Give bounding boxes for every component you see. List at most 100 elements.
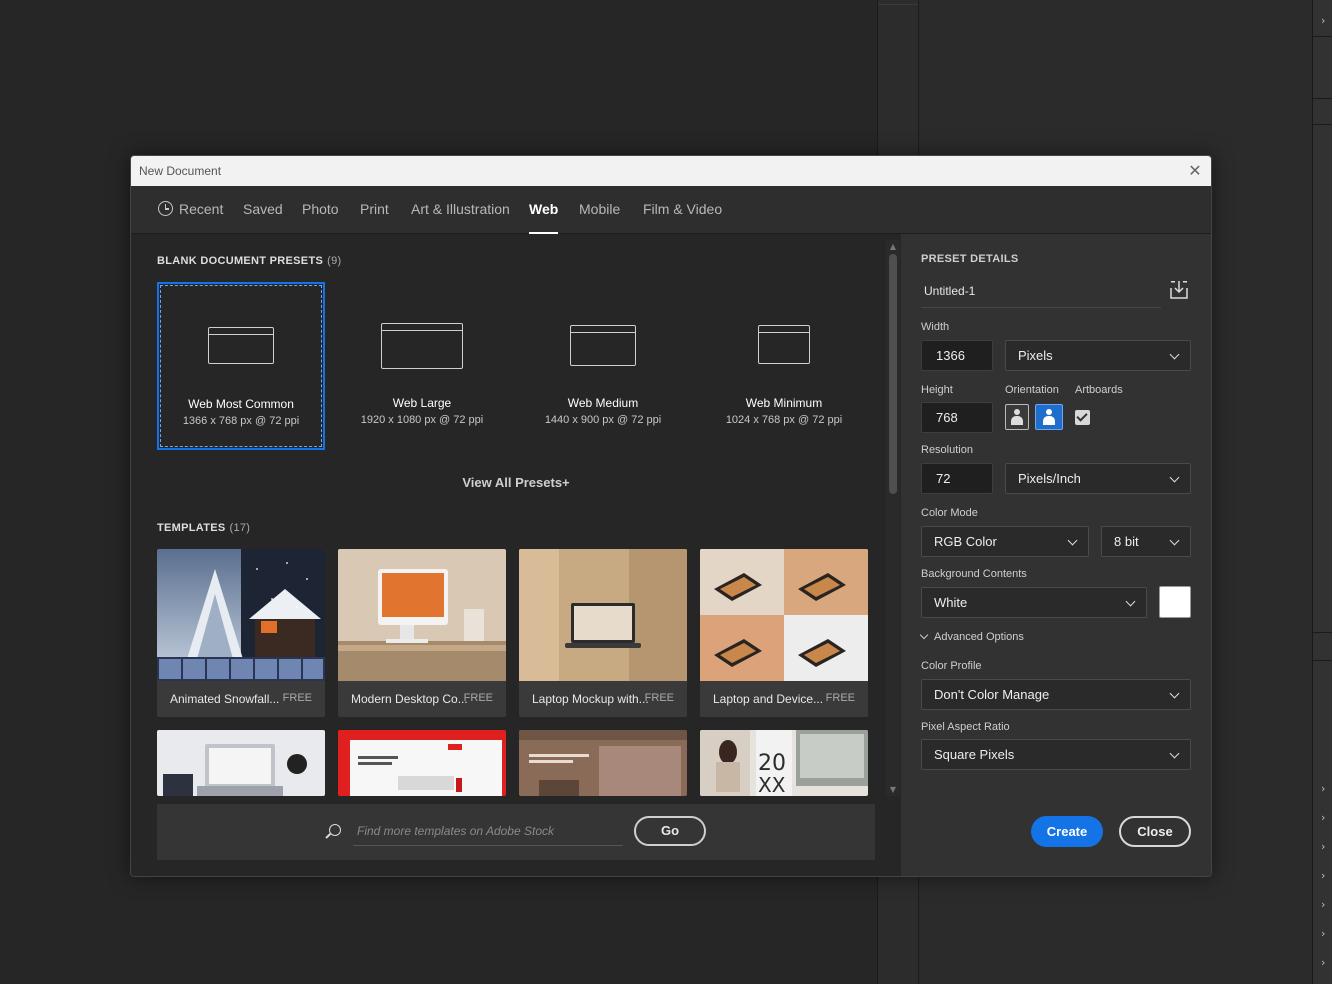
width-unit-select[interactable]: Pixels: [1005, 340, 1191, 371]
color-mode-select[interactable]: RGB Color: [921, 526, 1089, 557]
preset-card-web-medium[interactable]: Web Medium 1440 x 900 px @ 72 ppi: [519, 282, 687, 450]
template-card[interactable]: 20 XX: [700, 730, 868, 796]
resolution-input[interactable]: 72: [921, 463, 993, 494]
tab-saved[interactable]: Saved: [243, 186, 283, 234]
artboards-label: Artboards: [1075, 384, 1123, 396]
resolution-label: Resolution: [921, 444, 973, 456]
chevron-down-icon: [919, 630, 929, 640]
chevron-right-icon[interactable]: ›: [1321, 956, 1325, 969]
background-right-toolbar: › › › › › › › ›: [1312, 0, 1332, 984]
template-thumbnail: [338, 549, 506, 681]
svg-text:XX: XX: [758, 773, 786, 796]
background-color-swatch[interactable]: [1159, 586, 1191, 618]
save-preset-icon[interactable]: [1169, 280, 1189, 300]
chevron-right-icon[interactable]: ›: [1321, 927, 1325, 940]
document-name-input[interactable]: Untitled-1: [921, 278, 1161, 308]
chevron-down-icon: [1169, 535, 1180, 546]
template-thumbnail: [157, 549, 325, 681]
template-card-animated-snowfall[interactable]: Animated Snowfall... FREE: [157, 549, 325, 717]
color-mode-label: Color Mode: [921, 507, 978, 519]
scrollbar-thumb[interactable]: [889, 254, 897, 494]
chevron-right-icon[interactable]: ›: [1321, 811, 1325, 824]
template-card-laptop-and-device[interactable]: Laptop and Device... FREE: [700, 549, 868, 717]
go-button[interactable]: Go: [634, 816, 706, 846]
browser-window-icon: [570, 325, 636, 366]
tab-art-illustration[interactable]: Art & Illustration: [411, 186, 510, 234]
preset-details-panel: PRESET DETAILS Untitled-1 Width 1366 Pix…: [901, 234, 1211, 876]
template-thumbnail: [700, 549, 868, 681]
preset-card-web-minimum[interactable]: Web Minimum 1024 x 768 px @ 72 ppi: [700, 282, 868, 450]
tab-film-video[interactable]: Film & Video: [643, 186, 722, 234]
template-card[interactable]: [338, 730, 506, 796]
presets-area: BLANK DOCUMENT PRESETS (9) Web Most Commo…: [131, 234, 901, 876]
category-tabs: Recent Saved Photo Print Art & Illustrat…: [131, 186, 1211, 234]
chevron-down-icon: [1067, 535, 1078, 546]
chevron-right-icon[interactable]: ›: [1321, 782, 1325, 795]
chevron-down-icon[interactable]: ▼: [886, 785, 900, 794]
preset-card-web-large[interactable]: Web Large 1920 x 1080 px @ 72 ppi: [338, 282, 506, 450]
color-profile-label: Color Profile: [921, 660, 982, 672]
color-profile-select[interactable]: Don't Color Manage: [921, 679, 1191, 710]
template-card[interactable]: [157, 730, 325, 796]
dialog-title: New Document: [139, 164, 222, 178]
width-input[interactable]: 1366: [921, 340, 993, 371]
orientation-label: Orientation: [1005, 384, 1059, 396]
template-card-modern-desktop[interactable]: Modern Desktop Co... FREE: [338, 549, 506, 717]
chevron-down-icon: [1169, 688, 1180, 699]
stock-search-bar: Find more templates on Adobe Stock Go: [157, 804, 875, 860]
template-card-laptop-mockup[interactable]: Laptop Mockup with... FREE: [519, 549, 687, 717]
preset-details-heading: PRESET DETAILS: [921, 253, 1019, 265]
person-icon: [1011, 405, 1023, 425]
new-document-dialog: New Document ✕ Recent Saved Photo Print …: [130, 155, 1212, 877]
chevron-right-icon[interactable]: ›: [1321, 898, 1325, 911]
resolution-unit-select[interactable]: Pixels/Inch: [1005, 463, 1191, 494]
chevron-up-icon[interactable]: ▲: [886, 242, 900, 251]
portrait-orientation-button[interactable]: [1005, 404, 1029, 430]
chevron-right-icon[interactable]: ›: [1321, 840, 1325, 853]
dialog-titlebar: New Document ✕: [131, 156, 1211, 186]
pixel-aspect-ratio-label: Pixel Aspect Ratio: [921, 721, 1010, 733]
search-icon: [329, 824, 341, 836]
template-thumbnail: [519, 549, 687, 681]
view-all-presets-link[interactable]: View All Presets+: [131, 475, 901, 490]
chevron-down-icon: [1125, 596, 1136, 607]
background-contents-label: Background Contents: [921, 568, 1027, 580]
browser-window-icon: [381, 323, 463, 369]
close-icon[interactable]: ✕: [1187, 156, 1203, 186]
template-thumbnail: [157, 730, 325, 796]
chevron-right-icon[interactable]: ›: [1321, 869, 1325, 882]
chevron-down-icon: [1169, 349, 1180, 360]
height-input[interactable]: 768: [921, 402, 993, 433]
create-button[interactable]: Create: [1031, 816, 1103, 847]
template-card[interactable]: [519, 730, 687, 796]
tab-mobile[interactable]: Mobile: [579, 186, 620, 234]
close-button[interactable]: Close: [1119, 816, 1191, 847]
width-label: Width: [921, 321, 950, 333]
clock-icon: [158, 201, 173, 216]
template-thumbnail: [519, 730, 687, 796]
presets-heading: BLANK DOCUMENT PRESETS (9): [157, 255, 342, 267]
preset-card-web-most-common[interactable]: Web Most Common 1366 x 768 px @ 72 ppi: [157, 282, 325, 450]
background-contents-select[interactable]: White: [921, 587, 1147, 618]
height-label: Height: [921, 384, 953, 396]
templates-heading: TEMPLATES (17): [157, 522, 251, 534]
tab-print[interactable]: Print: [360, 186, 389, 234]
tab-recent[interactable]: Recent: [158, 186, 223, 234]
person-icon: [1043, 405, 1055, 425]
tab-photo[interactable]: Photo: [302, 186, 339, 234]
presets-scrollbar[interactable]: ▲ ▼: [886, 240, 900, 796]
chevron-down-icon: [1169, 748, 1180, 759]
landscape-orientation-button[interactable]: [1035, 404, 1063, 430]
tab-web[interactable]: Web: [529, 186, 559, 234]
template-thumbnail: [338, 730, 506, 796]
chevron-right-icon[interactable]: ›: [1321, 14, 1325, 27]
template-thumbnail: 20 XX: [700, 730, 868, 796]
pixel-aspect-ratio-select[interactable]: Square Pixels: [921, 739, 1191, 770]
browser-window-icon: [758, 325, 810, 364]
advanced-options-toggle[interactable]: Advanced Options: [919, 630, 1024, 643]
artboards-checkbox[interactable]: [1075, 410, 1090, 425]
chevron-down-icon: [1169, 472, 1180, 483]
browser-window-icon: [208, 327, 274, 364]
bit-depth-select[interactable]: 8 bit: [1101, 526, 1191, 557]
stock-search-input[interactable]: Find more templates on Adobe Stock: [353, 818, 623, 846]
